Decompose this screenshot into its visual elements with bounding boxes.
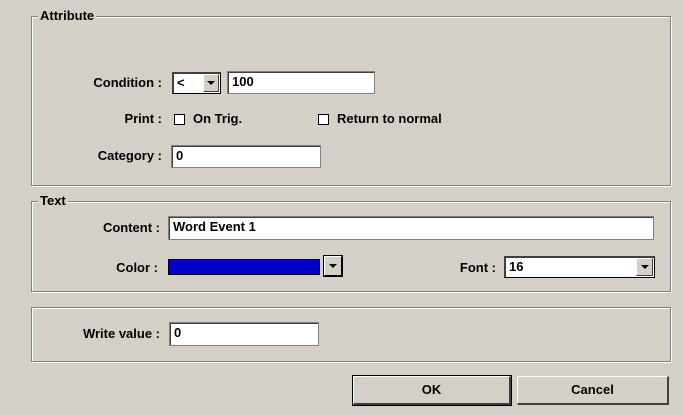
color-swatch [168,259,320,275]
category-input[interactable]: 0 [171,145,321,168]
chevron-down-icon [207,81,215,85]
write-value-input[interactable]: 0 [169,322,319,346]
ok-button[interactable]: OK [352,375,512,406]
condition-value-input[interactable]: 100 [227,71,375,94]
color-dropdown-button[interactable] [323,255,343,277]
color-select[interactable] [168,255,344,278]
font-dropdown-button[interactable] [636,258,653,276]
return-to-normal-label[interactable]: Return to normal [337,109,442,129]
cancel-button[interactable]: Cancel [517,376,669,405]
font-label: Font : [459,260,496,275]
font-select[interactable]: 16 [504,256,655,278]
content-input[interactable]: Word Event 1 [168,216,654,240]
return-to-normal-checkbox[interactable] [318,114,329,125]
write-value-label: Write value : [82,326,160,341]
condition-operator-value: < [177,75,185,90]
category-label: Category : [97,148,162,163]
font-value: 16 [509,259,524,274]
attribute-legend: Attribute [38,8,97,23]
condition-label: Condition : [93,75,162,90]
content-label: Content : [102,220,160,235]
on-trig-checkbox[interactable] [174,114,185,125]
chevron-down-icon [329,264,337,268]
chevron-down-icon [640,265,649,269]
condition-operator-dropdown-button[interactable] [203,74,219,92]
text-legend: Text [38,193,68,208]
color-label: Color : [116,260,158,275]
print-label: Print : [124,111,162,126]
on-trig-label[interactable]: On Trig. [193,109,242,129]
text-group [31,201,671,292]
